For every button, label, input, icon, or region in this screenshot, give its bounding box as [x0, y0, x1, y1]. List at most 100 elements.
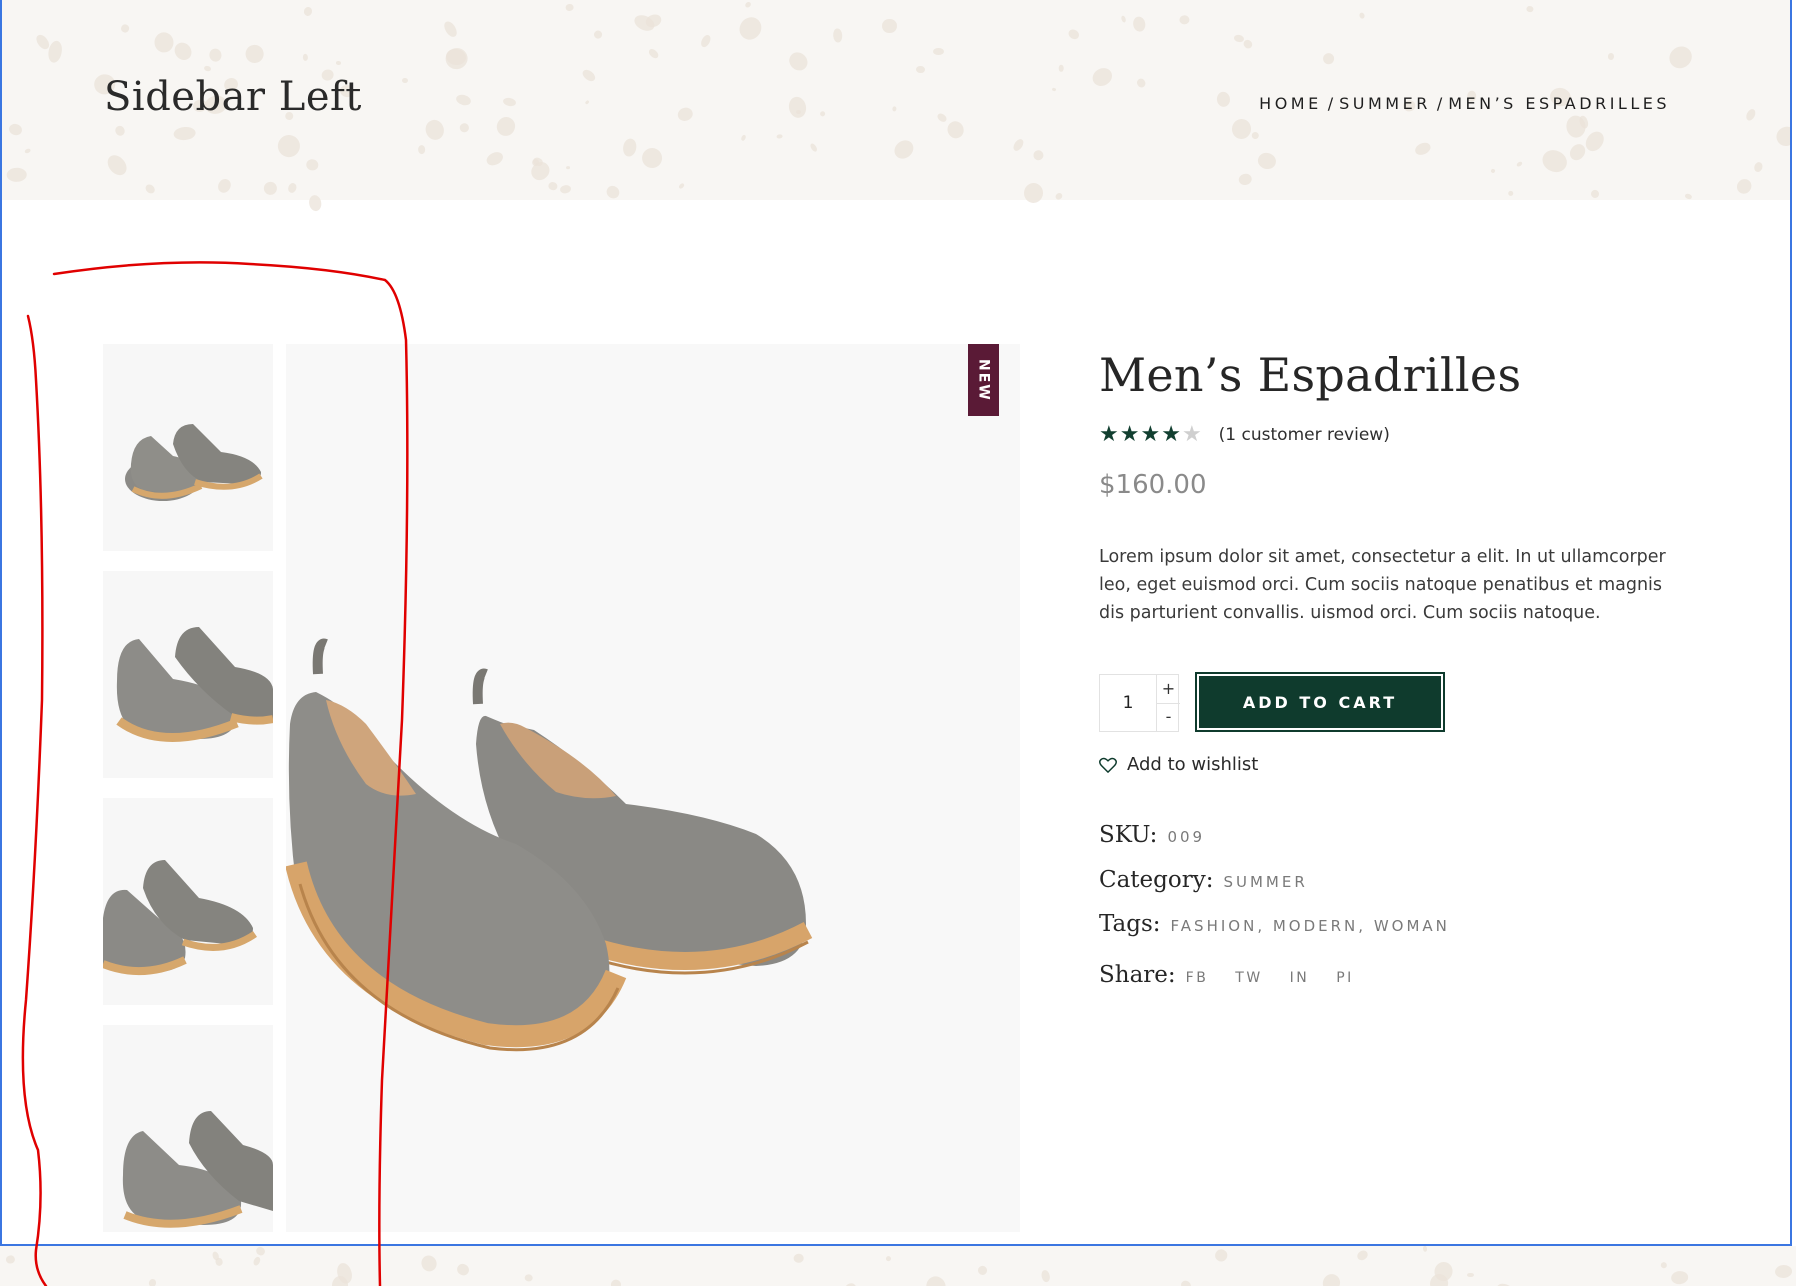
terrazzo-speckle — [698, 33, 713, 49]
tag-fashion[interactable]: FASHION — [1171, 917, 1258, 935]
terrazzo-speckle — [1733, 175, 1755, 197]
share-row: Share: FB TW IN PI — [1099, 962, 1374, 988]
terrazzo-speckle — [263, 181, 278, 196]
terrazzo-speckle — [933, 47, 944, 55]
terrazzo-speckle — [1772, 123, 1790, 150]
terrazzo-speckle — [307, 194, 323, 213]
terrazzo-speckle — [103, 151, 130, 179]
category-link[interactable]: SUMMER — [1223, 873, 1307, 891]
sku-value: 009 — [1167, 828, 1206, 846]
add-to-cart-button[interactable]: ADD TO CART — [1195, 672, 1445, 732]
terrazzo-speckle — [1135, 77, 1148, 90]
breadcrumb-current: MEN’S ESPADRILLES — [1448, 94, 1670, 113]
terrazzo-speckle — [1040, 1269, 1051, 1283]
terrazzo-speckle — [592, 28, 604, 41]
thumbnail-2[interactable] — [103, 571, 273, 778]
terrazzo-speckle — [1213, 1247, 1231, 1265]
terrazzo-speckle — [1422, 1246, 1428, 1253]
category-row: Category: SUMMER — [1099, 867, 1308, 893]
share-facebook-link[interactable]: FB — [1186, 970, 1209, 986]
terrazzo-speckle — [678, 183, 686, 190]
tag-woman[interactable]: WOMAN — [1374, 917, 1450, 935]
terrazzo-speckle — [419, 1252, 440, 1274]
terrazzo-speckle — [203, 64, 212, 72]
terrazzo-speckle — [1051, 87, 1057, 93]
star-empty-icon: ★ — [1181, 422, 1202, 447]
product-rating: ★★★★★ (1 customer review) — [1099, 424, 1390, 446]
quantity-input[interactable]: 1 — [1100, 675, 1156, 731]
thumbnail-1[interactable] — [103, 344, 273, 551]
terrazzo-speckle — [915, 65, 925, 74]
breadcrumb-category[interactable]: SUMMER — [1339, 94, 1431, 113]
terrazzo-speckle — [1031, 149, 1045, 162]
terrazzo-speckle — [1590, 188, 1601, 199]
add-to-wishlist-link[interactable]: Add to wishlist — [1099, 754, 1258, 775]
terrazzo-speckle — [1251, 130, 1261, 141]
heart-icon — [1099, 757, 1117, 773]
thumbnail-4[interactable] — [103, 1025, 273, 1232]
terrazzo-speckle — [524, 1274, 533, 1283]
terrazzo-speckle — [7, 168, 28, 183]
star-filled-icon: ★ — [1099, 422, 1119, 447]
page-title: Sidebar Left — [104, 74, 362, 120]
terrazzo-speckle — [1607, 52, 1615, 60]
terrazzo-speckle — [609, 1279, 622, 1286]
terrazzo-speckle — [676, 106, 695, 123]
main-product-image[interactable]: NEW — [286, 344, 1020, 1232]
terrazzo-speckle — [1237, 172, 1253, 187]
terrazzo-speckle — [1011, 137, 1026, 153]
page-frame: Sidebar Left HOME / SUMMER / MEN’S ESPADRILL… — [0, 0, 1792, 1246]
terrazzo-speckle — [1256, 151, 1278, 171]
terrazzo-speckle — [113, 124, 126, 137]
terrazzo-speckle — [1231, 117, 1253, 141]
terrazzo-speckle — [565, 165, 570, 170]
sku-label: SKU: — [1099, 822, 1158, 848]
terrazzo-speckle — [148, 1278, 157, 1286]
quantity-increase-button[interactable]: + — [1156, 675, 1180, 704]
share-links: FB TW IN PI — [1186, 970, 1374, 986]
terrazzo-speckle — [809, 142, 819, 153]
terrazzo-speckle — [1507, 189, 1514, 197]
terrazzo-speckle — [885, 1255, 891, 1261]
share-twitter-link[interactable]: TW — [1235, 970, 1262, 986]
quantity-decrease-button[interactable]: - — [1156, 703, 1180, 731]
terrazzo-speckle — [890, 136, 917, 162]
terrazzo-speckle — [423, 117, 447, 142]
breadcrumb-separator: / — [1327, 94, 1334, 113]
terrazzo-speckle — [1179, 1278, 1193, 1286]
breadcrumb-home[interactable]: HOME — [1259, 94, 1322, 113]
terrazzo-speckle — [882, 18, 897, 34]
terrazzo-speckle — [1538, 146, 1571, 177]
terrazzo-speckle — [215, 176, 233, 195]
terrazzo-speckle — [1684, 192, 1693, 200]
terrazzo-speckle — [1054, 191, 1065, 201]
terrazzo-speckle — [776, 133, 783, 139]
terrazzo-speckle — [458, 122, 470, 133]
footer-band — [0, 1246, 1796, 1286]
customer-review-link[interactable]: (1 customer review) — [1219, 425, 1390, 445]
terrazzo-speckle — [795, 109, 801, 115]
category-label: Category: — [1099, 867, 1214, 893]
terrazzo-speckle — [7, 122, 23, 137]
terrazzo-speckle — [1355, 1248, 1370, 1263]
sku-row: SKU: 009 — [1099, 822, 1205, 848]
terrazzo-speckle — [584, 99, 590, 105]
terrazzo-speckle — [441, 19, 459, 40]
terrazzo-speckle — [1659, 1261, 1668, 1270]
terrazzo-speckle — [120, 23, 131, 35]
terrazzo-speckle — [302, 53, 309, 62]
terrazzo-speckle — [1515, 160, 1524, 168]
new-badge-label: NEW — [975, 358, 992, 402]
terrazzo-speckle — [892, 105, 897, 112]
terrazzo-speckle — [1664, 41, 1696, 73]
terrazzo-speckle — [1216, 91, 1231, 108]
share-instagram-link[interactable]: IN — [1290, 970, 1310, 986]
terrazzo-speckle — [286, 181, 299, 195]
tag-modern[interactable]: MODERN — [1273, 917, 1358, 935]
terrazzo-speckle — [841, 1280, 859, 1286]
terrazzo-speckle — [502, 96, 517, 107]
share-pinterest-link[interactable]: PI — [1336, 970, 1354, 986]
espadrilles-thumbnail-image — [116, 627, 273, 742]
terrazzo-speckle — [208, 47, 223, 63]
thumbnail-3[interactable] — [103, 798, 273, 1005]
